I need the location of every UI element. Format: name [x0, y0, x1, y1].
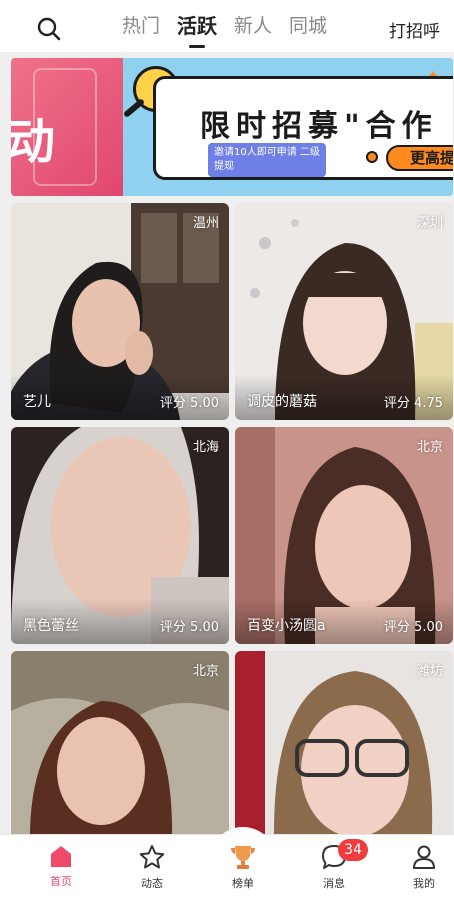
banner-chip: 邀请10人即可申请 二级提现 [208, 143, 326, 177]
nickname: 百变小汤圆a [247, 618, 326, 634]
profile-card[interactable]: 北京 百变小汤圆a 评分 5.00 [235, 427, 453, 644]
tab-active[interactable]: 活跃 [177, 10, 217, 48]
banner-board: 限时招募"合作 邀请10人即可申请 二级提现 更高提 [153, 76, 453, 180]
category-tabs: 热门 活跃 新人 同城 [122, 10, 327, 48]
top-bar: 热门 活跃 新人 同城 打招呼 [0, 0, 454, 52]
city-label: 潍坊 [416, 664, 443, 679]
tab-same-city[interactable]: 同城 [289, 10, 327, 42]
nickname: 调皮的蘑菇 [247, 394, 317, 410]
profile-card[interactable]: 北海 黑色蕾丝 评分 5.00 [11, 427, 229, 644]
rating-score: 评分 5.00 [159, 396, 219, 411]
city-label: 北京 [416, 440, 443, 455]
nav-feed-label: 动态 [141, 877, 163, 890]
app-screen: 热门 活跃 新人 同城 打招呼 动 ✦ 限时招募"合作 邀请10人即可申请 二级… [0, 0, 454, 899]
rating-score: 评分 5.00 [159, 620, 219, 635]
nav-feed[interactable]: 动态 [122, 843, 182, 895]
greet-button[interactable]: 打招呼 [389, 17, 440, 42]
search-icon[interactable] [36, 16, 62, 42]
banner-left-text: 动 [11, 114, 56, 170]
nav-profile[interactable]: 我的 [394, 843, 454, 895]
tab-hot[interactable]: 热门 [122, 10, 160, 42]
profile-card[interactable]: 深圳 调皮的蘑菇 评分 4.75 [235, 203, 453, 420]
nav-messages-label: 消息 [323, 877, 345, 890]
nav-home[interactable]: 首页 [31, 843, 91, 895]
banner-right-panel: ✦ 限时招募"合作 邀请10人即可申请 二级提现 更高提 [123, 58, 453, 196]
user-icon [413, 845, 435, 869]
nav-ranking[interactable]: 榜单 [213, 843, 273, 895]
promo-banner[interactable]: 动 ✦ 限时招募"合作 邀请10人即可申请 二级提现 更高提 [11, 58, 453, 196]
rating-score: 评分 4.75 [383, 396, 443, 411]
home-icon [51, 846, 71, 867]
nickname: 艺儿 [23, 394, 51, 410]
banner-left-panel: 动 [11, 58, 123, 196]
trophy-icon [231, 846, 255, 869]
banner-title: 限时招募"合作 [200, 109, 438, 144]
nav-ranking-label: 榜单 [232, 877, 254, 890]
banner-dot [366, 151, 378, 163]
nav-home-label: 首页 [50, 875, 72, 888]
rating-score: 评分 5.00 [383, 620, 443, 635]
bottom-nav: 首页 动态 榜单 消息 34 我的 [0, 827, 454, 899]
city-label: 深圳 [416, 216, 443, 231]
city-label: 北京 [192, 664, 219, 679]
city-label: 北海 [192, 440, 219, 455]
message-count-badge: 34 [338, 839, 368, 861]
nav-profile-label: 我的 [413, 877, 435, 890]
star-icon [139, 845, 165, 869]
nickname: 黑色蕾丝 [23, 618, 79, 634]
nav-messages[interactable]: 消息 34 [304, 839, 368, 895]
city-label: 温州 [192, 216, 219, 231]
profile-card[interactable]: 温州 艺儿 评分 5.00 [11, 203, 229, 420]
banner-cta-button[interactable]: 更高提 [386, 145, 453, 171]
tab-newcomer[interactable]: 新人 [234, 10, 272, 42]
